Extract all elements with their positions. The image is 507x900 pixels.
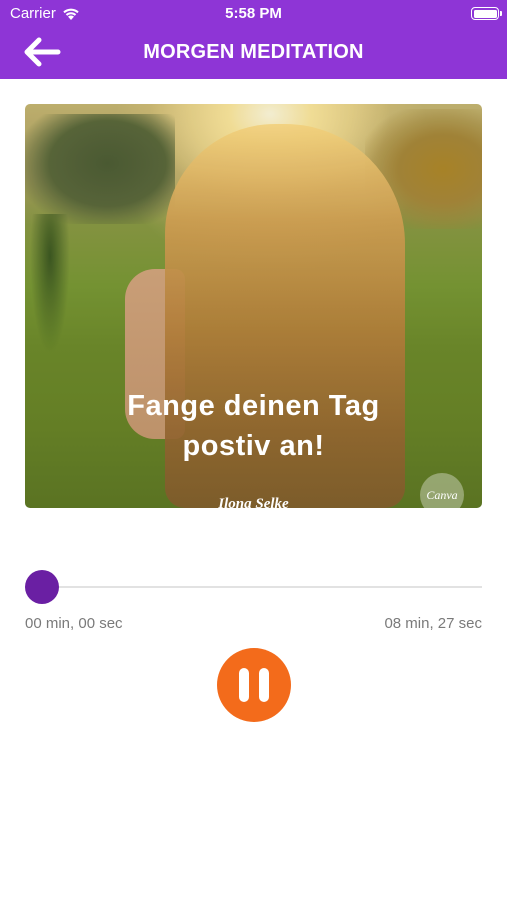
cover-image: Fange deinen Tag postiv an! Ilona Selke … xyxy=(25,104,482,508)
cover-caption-line2: postiv an! xyxy=(182,430,325,462)
status-bar: Carrier 5:58 PM xyxy=(0,0,507,28)
slider-track xyxy=(25,586,482,588)
pause-icon xyxy=(259,668,269,702)
cover-author: Ilona Selke xyxy=(218,496,289,508)
total-duration: 08 min, 27 sec xyxy=(384,615,482,632)
cover-caption-line1: Fange deinen Tag xyxy=(127,390,380,422)
top-bar: Carrier 5:58 PM MORGEN MEDITATION xyxy=(0,0,507,79)
cover-caption: Fange deinen Tag postiv an! xyxy=(25,386,482,466)
pause-icon xyxy=(239,668,249,702)
slider-thumb[interactable] xyxy=(25,570,59,604)
page-title: MORGEN MEDITATION xyxy=(143,41,364,63)
pause-button[interactable] xyxy=(217,648,291,722)
elapsed-time: 00 min, 00 sec xyxy=(25,615,123,632)
status-time: 5:58 PM xyxy=(225,5,282,22)
progress-slider[interactable] xyxy=(25,570,482,604)
battery-icon xyxy=(471,7,499,20)
navigation-bar: MORGEN MEDITATION xyxy=(0,28,507,79)
battery-tip xyxy=(500,11,502,16)
